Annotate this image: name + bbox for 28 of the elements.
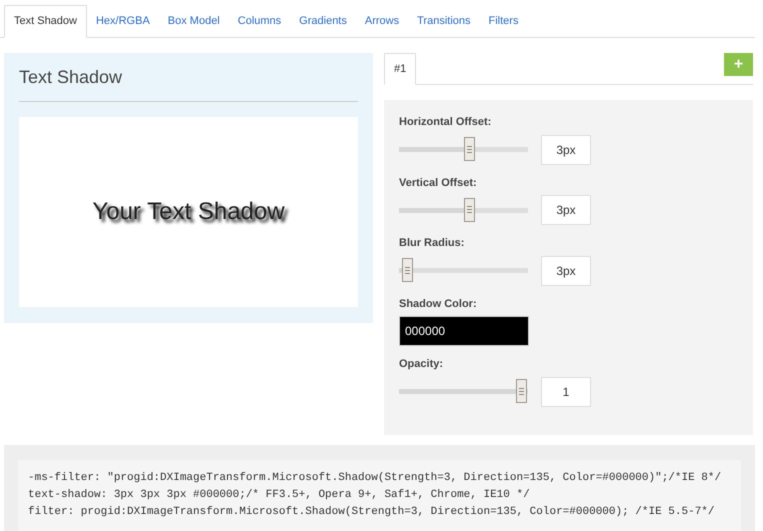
color-field[interactable]: 000000	[399, 316, 529, 346]
control-label: Shadow Color:	[399, 296, 478, 312]
sample-text: Your Text Shadow	[92, 197, 285, 227]
layer-tab[interactable]: #1	[384, 53, 416, 85]
tab[interactable]: Filters	[480, 5, 528, 37]
value-field[interactable]: 3px	[541, 195, 591, 225]
tab[interactable]: Text Shadow	[4, 5, 87, 38]
code-line: filter: progid:DXImageTransform.Microsoft.Shadow(Strength=3, Direction=135, Color=#000000); /*IE 5.5-7*/	[28, 505, 716, 520]
slider-thumb[interactable]	[464, 198, 474, 222]
tab[interactable]: Hex/RGBA	[86, 5, 159, 37]
slider-thumb[interactable]	[402, 258, 413, 282]
code-line: text-shadow: 3px 3px 3px #000000;/* FF3.5+, Opera 9+, Saf1+, Chrome, IE10 */	[28, 488, 531, 503]
tab[interactable]: Columns	[228, 5, 290, 37]
value-field[interactable]: 3px	[541, 134, 591, 164]
control-label: Vertical Offset:	[399, 176, 478, 190]
tab[interactable]: Arrows	[356, 5, 408, 37]
value-field[interactable]: 3px	[541, 256, 591, 286]
tab[interactable]: Transitions	[408, 5, 480, 37]
slider-thumb[interactable]	[516, 379, 528, 403]
preview-title: Text Shadow	[19, 66, 122, 88]
code-line: -ms-filter: "progid:DXImageTransform.Microsoft.Shadow(Strength=3, Direction=135, Color=#000000)";/*IE 8*/	[28, 471, 722, 486]
control-label: Opacity:	[399, 357, 444, 372]
control-label: Horizontal Offset:	[399, 115, 492, 130]
slider-thumb[interactable]	[464, 137, 474, 161]
control-label: Blur Radius:	[399, 236, 466, 251]
value-field[interactable]: 1	[541, 376, 591, 406]
tab[interactable]: Box Model	[158, 5, 229, 37]
tab[interactable]: Gradients	[290, 5, 356, 37]
